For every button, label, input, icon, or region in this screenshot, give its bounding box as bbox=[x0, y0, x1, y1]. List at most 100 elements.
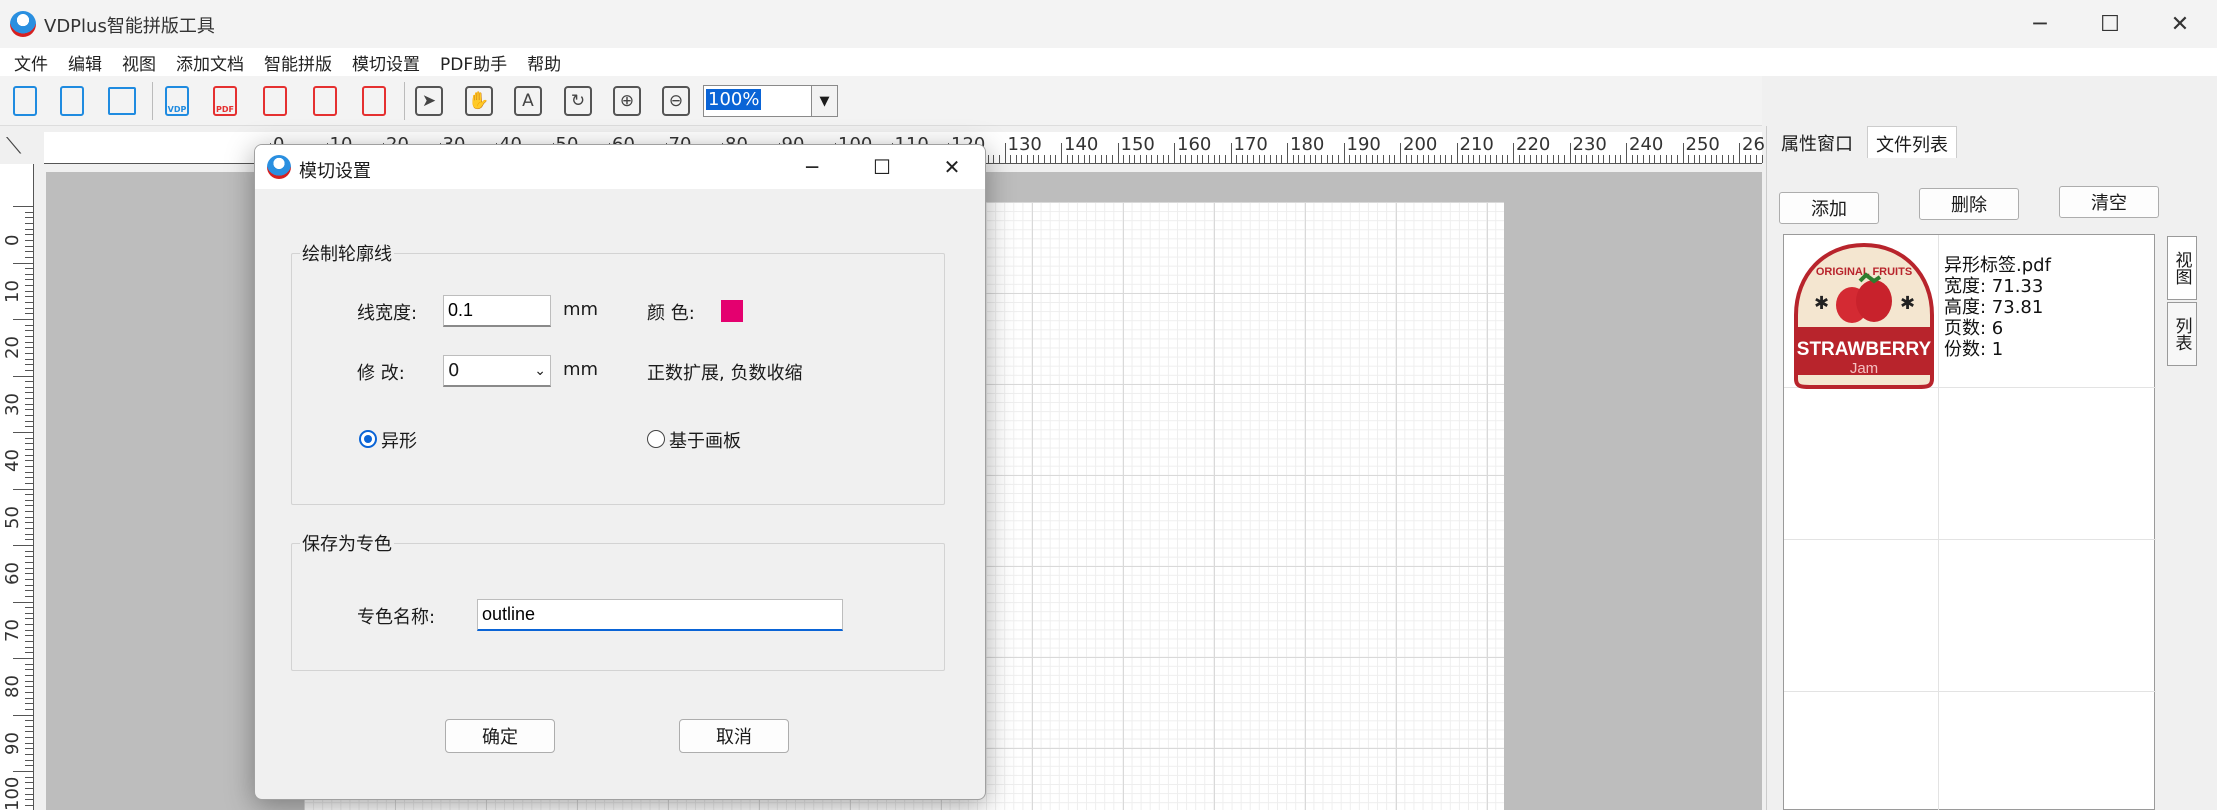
svg-text:✱: ✱ bbox=[1814, 293, 1829, 314]
ruler-tick bbox=[1134, 155, 1136, 163]
pdf-settings-icon[interactable] bbox=[357, 84, 391, 118]
dialog-maximize-button[interactable]: ☐ bbox=[849, 145, 915, 189]
ruler-tick bbox=[25, 652, 33, 654]
chevron-down-icon: ⌄ bbox=[534, 362, 546, 379]
ruler-tick bbox=[1349, 155, 1351, 163]
file-list[interactable]: ORIGINAL FRUITS ✱ ✱ STRAWBERRY Jam 异形标签.… bbox=[1783, 234, 2156, 810]
ruler-tick bbox=[1360, 155, 1362, 163]
zoom-in-icon[interactable]: ⊕ bbox=[610, 84, 644, 118]
radio-artboard-label[interactable]: 基于画板 bbox=[669, 427, 741, 453]
menu-smart-imposition[interactable]: 智能拼版 bbox=[254, 50, 342, 75]
ruler-tick bbox=[1450, 155, 1452, 163]
ruler-tick bbox=[25, 793, 33, 795]
ruler-tick bbox=[1145, 155, 1147, 163]
pdf-preview-icon[interactable] bbox=[258, 84, 292, 118]
file-thumbnail[interactable]: ORIGINAL FRUITS ✱ ✱ STRAWBERRY Jam bbox=[1794, 241, 1934, 389]
line-width-input[interactable] bbox=[443, 295, 551, 327]
ruler-tick bbox=[1100, 155, 1102, 163]
pdf-icon[interactable]: PDF bbox=[208, 84, 242, 118]
ruler-tick bbox=[1089, 155, 1091, 163]
ruler-tick bbox=[1563, 155, 1565, 163]
dialog-close-button[interactable]: ✕ bbox=[919, 145, 985, 189]
ruler-tick bbox=[13, 771, 33, 772]
ruler-tick bbox=[1083, 155, 1085, 163]
select-arrow-icon[interactable]: ➤ bbox=[412, 84, 446, 118]
zoom-out-icon[interactable]: ⊖ bbox=[659, 84, 693, 118]
menu-view[interactable]: 视图 bbox=[112, 50, 166, 75]
ruler-tick bbox=[1292, 155, 1294, 163]
tab-file-list[interactable]: 文件列表 bbox=[1867, 126, 1957, 158]
dialog-minimize-button[interactable]: ─ bbox=[779, 145, 845, 189]
ruler-tick bbox=[1151, 155, 1153, 163]
ruler-tick bbox=[1224, 155, 1226, 163]
save-icon[interactable] bbox=[105, 84, 139, 118]
menu-file[interactable]: 文件 bbox=[4, 50, 58, 75]
hand-pan-icon[interactable]: ✋ bbox=[462, 84, 496, 118]
edit-doc-icon[interactable] bbox=[55, 84, 89, 118]
side-tab-view[interactable]: 视图 bbox=[2167, 236, 2197, 300]
radio-shape[interactable] bbox=[359, 430, 377, 448]
ruler-tick bbox=[25, 595, 33, 597]
pdf-export-icon[interactable] bbox=[308, 84, 342, 118]
color-label: 颜 色: bbox=[647, 303, 695, 324]
file-info: 异形标签.pdf 宽度: 71.33 高度: 73.81 页数: 6 份数: 1 bbox=[1944, 255, 2051, 360]
text-tool-icon[interactable]: A bbox=[511, 84, 545, 118]
close-button[interactable]: ✕ bbox=[2147, 0, 2213, 48]
zoom-combobox[interactable]: 100% ▼ bbox=[703, 85, 838, 117]
ruler-origin-icon[interactable]: ⟍ bbox=[6, 134, 21, 159]
color-swatch[interactable] bbox=[721, 300, 743, 322]
menu-edit[interactable]: 编辑 bbox=[58, 50, 112, 75]
add-file-button[interactable]: 添加 bbox=[1779, 192, 1879, 224]
ruler-tick bbox=[1575, 155, 1577, 163]
cancel-button[interactable]: 取消 bbox=[679, 719, 789, 753]
ruler-tick bbox=[25, 234, 33, 236]
ruler-tick bbox=[13, 601, 33, 603]
ruler-tick bbox=[1433, 155, 1435, 163]
modify-select[interactable]: 0 ⌄ bbox=[443, 355, 551, 387]
ruler-tick bbox=[25, 415, 33, 417]
ruler-tick bbox=[1648, 155, 1650, 163]
thumb-sub-text: Jam bbox=[1850, 360, 1878, 377]
ruler-tick bbox=[1213, 155, 1215, 163]
ruler-tick bbox=[1066, 155, 1068, 163]
ruler-tick bbox=[1366, 155, 1368, 163]
delete-file-button[interactable]: 删除 bbox=[1919, 188, 2019, 220]
chevron-down-icon[interactable]: ▼ bbox=[811, 86, 837, 116]
maximize-button[interactable]: ☐ bbox=[2077, 0, 2143, 48]
clear-files-button[interactable]: 清空 bbox=[2059, 186, 2159, 218]
menu-help[interactable]: 帮助 bbox=[517, 50, 571, 75]
ok-button[interactable]: 确定 bbox=[445, 719, 555, 753]
ruler-tick bbox=[1354, 155, 1356, 163]
ruler-tick bbox=[25, 228, 33, 230]
radio-artboard[interactable] bbox=[647, 430, 665, 448]
rotate-icon[interactable]: ↻ bbox=[561, 84, 595, 118]
ruler-tick bbox=[1416, 155, 1418, 163]
side-tab-list[interactable]: 列表 bbox=[2167, 302, 2197, 366]
dialog-title-bar: 模切设置 ─ ☐ ✕ bbox=[255, 145, 985, 189]
menu-pdf-assistant[interactable]: PDF助手 bbox=[430, 50, 517, 75]
ruler-tick bbox=[1676, 155, 1678, 163]
ruler-tick bbox=[25, 222, 33, 224]
menu-add-document[interactable]: 添加文档 bbox=[166, 50, 254, 75]
app-logo-icon bbox=[267, 155, 291, 179]
ruler-tick bbox=[25, 369, 33, 371]
ruler-tick bbox=[25, 584, 33, 586]
ruler-tick bbox=[1343, 143, 1345, 163]
ruler-tick bbox=[25, 352, 33, 354]
ruler-tick bbox=[13, 432, 33, 433]
radio-shape-label[interactable]: 异形 bbox=[381, 427, 417, 453]
ruler-tick bbox=[25, 256, 33, 258]
new-doc-icon[interactable] bbox=[8, 84, 42, 118]
ruler-label: 220 bbox=[1516, 134, 1551, 155]
ruler-tick bbox=[25, 635, 33, 637]
ruler-tick bbox=[1021, 155, 1023, 163]
vdp-icon[interactable]: VDP bbox=[160, 84, 194, 118]
ruler-tick bbox=[1394, 155, 1396, 163]
ruler-tick bbox=[25, 426, 33, 428]
spot-name-input[interactable] bbox=[477, 599, 843, 631]
menu-die-cut-settings[interactable]: 模切设置 bbox=[342, 50, 430, 75]
ruler-tick bbox=[1467, 155, 1469, 163]
minimize-button[interactable]: ─ bbox=[2007, 0, 2073, 48]
tab-properties[interactable]: 属性窗口 bbox=[1773, 126, 1861, 158]
zoom-value[interactable]: 100% bbox=[706, 89, 762, 110]
